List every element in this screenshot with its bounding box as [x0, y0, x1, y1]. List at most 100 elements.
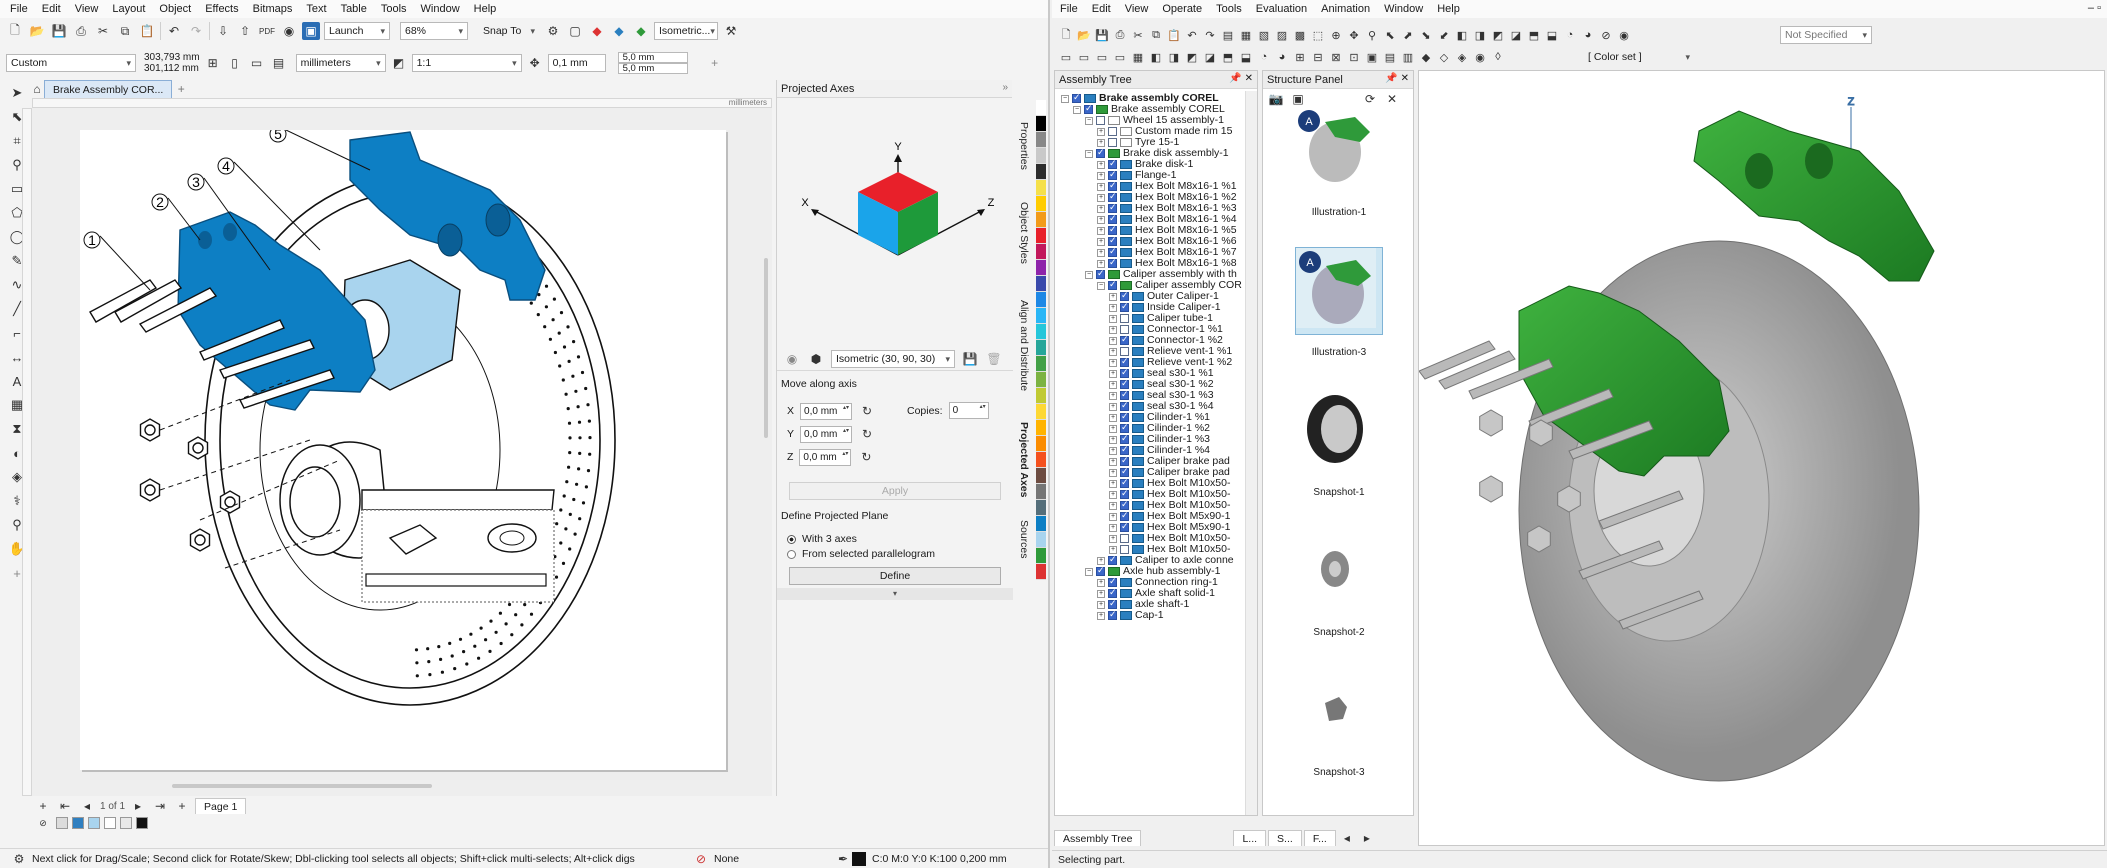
tree-expander-icon[interactable]: +	[1109, 457, 1117, 466]
structure-thumbnail[interactable]	[1295, 667, 1383, 755]
tree-visibility-checkbox[interactable]	[1108, 235, 1117, 246]
docker-collapse-icon[interactable]: »	[1002, 82, 1008, 93]
palette-swatch[interactable]	[1036, 388, 1046, 404]
tree-visibility-checkbox[interactable]	[1108, 180, 1117, 191]
composer-tb2-tool-22-icon[interactable]: ◈	[1454, 48, 1470, 66]
tree-expander-icon[interactable]: +	[1109, 424, 1117, 433]
corel-menu-edit[interactable]: Edit	[42, 3, 61, 15]
tree-expander-icon[interactable]: +	[1097, 171, 1105, 180]
tree-scrollbar[interactable]	[1245, 91, 1257, 815]
new-tab-icon[interactable]: +	[172, 80, 190, 98]
tree-visibility-checkbox[interactable]	[1096, 565, 1105, 576]
composer-tb2-tool-16-icon[interactable]: ⊡	[1346, 48, 1362, 66]
tree-visibility-checkbox[interactable]	[1108, 169, 1117, 180]
composer-tb2-tool-19-icon[interactable]: ▥	[1400, 48, 1416, 66]
tree-expander-icon[interactable]: +	[1097, 600, 1105, 609]
tree-expander-icon[interactable]: +	[1109, 303, 1117, 312]
corel-menu-effects[interactable]: Effects	[205, 3, 238, 15]
tree-expander-icon[interactable]: −	[1061, 94, 1069, 103]
page-preset-dropdown[interactable]: Custom	[6, 54, 136, 72]
tree-visibility-checkbox[interactable]	[1120, 534, 1129, 543]
tree-visibility-checkbox[interactable]	[1120, 455, 1129, 466]
composer-tb1-tool-28-icon[interactable]: ◔	[1562, 26, 1578, 44]
composer-tb1-tool-5-icon[interactable]: ⧉	[1148, 26, 1164, 44]
composer-tb2-tool-24-icon[interactable]: ◊	[1490, 48, 1506, 66]
horizontal-scrollbar[interactable]	[172, 784, 432, 788]
tree-expander-icon[interactable]: +	[1109, 413, 1117, 422]
tree-visibility-checkbox[interactable]	[1108, 127, 1117, 136]
tree-expander-icon[interactable]: +	[1097, 127, 1105, 136]
tree-node[interactable]: + Cap-1	[1061, 609, 1242, 621]
tree-expander-icon[interactable]: +	[1097, 138, 1105, 147]
radio-selected[interactable]	[787, 534, 796, 544]
assembly-tree[interactable]: −Brake assembly COREL−Brake assembly COR…	[1061, 92, 1242, 621]
move-y-field[interactable]: 0,0 mm	[800, 425, 853, 443]
tree-expander-icon[interactable]: +	[1109, 292, 1117, 301]
add-page-end-icon[interactable]: +	[173, 797, 191, 815]
palette-swatch[interactable]	[1036, 452, 1046, 468]
composer-tb1-tool-25-icon[interactable]: ◪	[1508, 26, 1524, 44]
composer-tb2-tool-5-icon[interactable]: ◧	[1148, 48, 1164, 66]
swatch[interactable]	[72, 817, 84, 829]
tree-expander-icon[interactable]: −	[1097, 281, 1105, 290]
radio-unselected[interactable]	[787, 549, 796, 559]
composer-tb1-tool-18-icon[interactable]: ⬉	[1382, 26, 1398, 44]
panel-close-icon[interactable]: 📌 ✕	[1385, 73, 1409, 84]
copy-icon[interactable]: ⧉	[116, 22, 134, 40]
add-icon[interactable]: +	[706, 54, 724, 72]
camera-icon[interactable]: 📷	[1267, 90, 1285, 108]
next-page-icon[interactable]: ▸	[129, 797, 147, 815]
composer-tb1-tool-3-icon[interactable]: ⎙	[1112, 26, 1128, 44]
composer-tb2-tool-2-icon[interactable]: ▭	[1094, 48, 1110, 66]
composer-tb1-tool-21-icon[interactable]: ⬋	[1436, 26, 1452, 44]
tree-expander-icon[interactable]: +	[1109, 435, 1117, 444]
composer-tb2-tool-8-icon[interactable]: ◪	[1202, 48, 1218, 66]
undo-icon[interactable]: ↶	[165, 22, 183, 40]
expand-chevron-icon[interactable]: ▾	[777, 588, 1013, 600]
tree-visibility-checkbox[interactable]	[1108, 202, 1117, 213]
move-x-field[interactable]: 0,0 mm	[800, 402, 853, 420]
tree-visibility-checkbox[interactable]	[1120, 301, 1129, 312]
delete-icon[interactable]: ✕	[1383, 90, 1401, 108]
page-sheet[interactable]: 1 2 3 4 5	[80, 125, 726, 770]
tree-visibility-checkbox[interactable]	[1120, 378, 1129, 389]
tree-expander-icon[interactable]: +	[1109, 358, 1117, 367]
last-page-icon[interactable]: ⇥	[151, 797, 169, 815]
structure-thumbnail[interactable]	[1295, 527, 1383, 615]
cube-green-icon[interactable]: ◆	[632, 22, 650, 40]
composer-tb1-tool-12-icon[interactable]: ▨	[1274, 26, 1290, 44]
tree-expander-icon[interactable]: +	[1097, 204, 1105, 213]
tree-expander-icon[interactable]: +	[1097, 611, 1105, 620]
tree-visibility-checkbox[interactable]	[1120, 367, 1129, 378]
launch-dropdown[interactable]: Launch	[324, 22, 390, 40]
delete-preset-icon[interactable]: 🗑	[985, 350, 1003, 368]
reset-y-icon[interactable]: ↻	[858, 425, 876, 443]
composer-tb2-tool-1-icon[interactable]: ▭	[1076, 48, 1092, 66]
align-distribute-tab[interactable]: Align and Distribute	[1018, 300, 1030, 391]
composer-tb1-tool-23-icon[interactable]: ◨	[1472, 26, 1488, 44]
tree-visibility-checkbox[interactable]	[1120, 444, 1129, 455]
filters-tab[interactable]: F...	[1303, 830, 1336, 846]
scale-icon[interactable]: ◩	[390, 54, 408, 72]
composer-tb2-tool-10-icon[interactable]: ⬓	[1238, 48, 1254, 66]
units-dropdown[interactable]: millimeters	[295, 54, 386, 72]
palette-swatch[interactable]	[1036, 276, 1046, 292]
palette-swatch[interactable]	[1036, 244, 1046, 260]
tree-visibility-checkbox[interactable]	[1120, 477, 1129, 488]
drawing-canvas[interactable]: 1 2 3 4 5	[32, 108, 772, 796]
define-button[interactable]: Define	[789, 567, 1001, 585]
palette-swatch[interactable]	[1036, 564, 1046, 580]
composer-tb1-tool-24-icon[interactable]: ◩	[1490, 26, 1506, 44]
composer-tb1-tool-2-icon[interactable]: 💾	[1094, 26, 1110, 44]
palette-swatch[interactable]	[1036, 500, 1046, 516]
axes-gizmo[interactable]: Y X Z	[793, 140, 1003, 270]
palette-swatch[interactable]	[1036, 340, 1046, 356]
tree-expander-icon[interactable]: +	[1109, 325, 1117, 334]
tree-expander-icon[interactable]: +	[1097, 237, 1105, 246]
composer-menu-edit[interactable]: Edit	[1092, 3, 1111, 15]
composer-tb1-tool-10-icon[interactable]: ▦	[1238, 26, 1254, 44]
refresh-icon[interactable]: ⟳	[1361, 90, 1379, 108]
all-pages-icon[interactable]: ▤	[270, 54, 288, 72]
radio-three-axes[interactable]: With 3 axes	[787, 533, 857, 545]
none-swatch-icon[interactable]: ⊘	[34, 814, 52, 832]
